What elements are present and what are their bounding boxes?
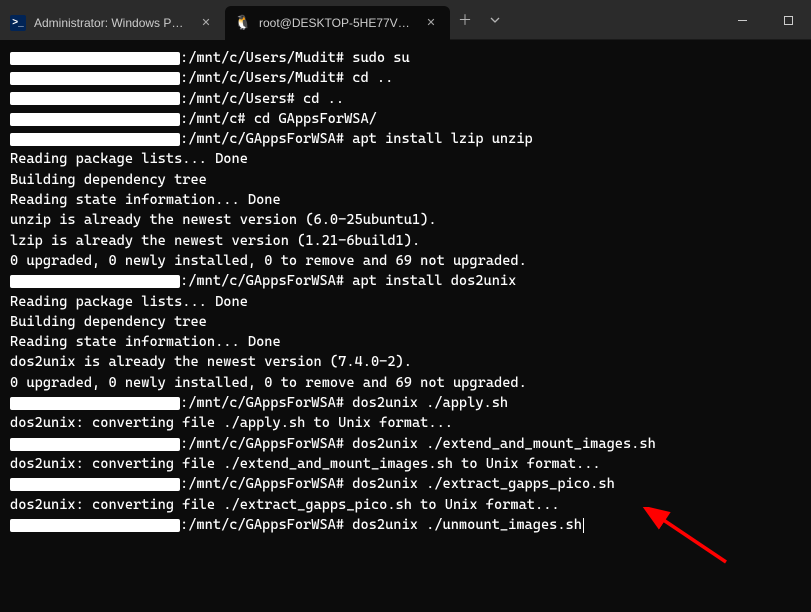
window-titlebar: >_ Administrator: Windows PowerS ✕ 🐧 roo… bbox=[0, 0, 811, 40]
redacted-hostname bbox=[10, 92, 180, 105]
redacted-hostname bbox=[10, 397, 180, 410]
redacted-hostname bbox=[10, 52, 180, 65]
terminal-line: Reading package lists... Done bbox=[10, 292, 801, 312]
terminal-line: :/mnt/c/GAppsForWSA# dos2unix ./extract_… bbox=[10, 474, 801, 494]
terminal-line: :/mnt/c/GAppsForWSA# apt install lzip un… bbox=[10, 129, 801, 149]
terminal-line: Reading state information... Done bbox=[10, 190, 801, 210]
terminal-line: dos2unix: converting file ./extend_and_m… bbox=[10, 454, 801, 474]
terminal-line: Building dependency tree bbox=[10, 312, 801, 332]
terminal-line: unzip is already the newest version (6.0… bbox=[10, 210, 801, 230]
tab-label: Administrator: Windows PowerS bbox=[34, 16, 189, 30]
terminal-line: 0 upgraded, 0 newly installed, 0 to remo… bbox=[10, 251, 801, 271]
redacted-hostname bbox=[10, 478, 180, 491]
terminal-line: :/mnt/c/Users# cd .. bbox=[10, 89, 801, 109]
close-tab-icon[interactable]: ✕ bbox=[422, 14, 440, 32]
tab-label: root@DESKTOP-5HE77VO: /mn bbox=[259, 16, 414, 30]
terminal-line: :/mnt/c/GAppsForWSA# dos2unix ./unmount_… bbox=[10, 515, 801, 535]
close-tab-icon[interactable]: ✕ bbox=[197, 14, 215, 32]
window-controls bbox=[719, 0, 811, 39]
maximize-button[interactable] bbox=[765, 0, 811, 40]
terminal-line: :/mnt/c# cd GAppsForWSA/ bbox=[10, 109, 801, 129]
minimize-button[interactable] bbox=[719, 0, 765, 40]
terminal-line: lzip is already the newest version (1.21… bbox=[10, 231, 801, 251]
terminal-line: :/mnt/c/Users/Mudit# sudo su bbox=[10, 48, 801, 68]
terminal-line: :/mnt/c/Users/Mudit# cd .. bbox=[10, 68, 801, 88]
terminal-line: :/mnt/c/GAppsForWSA# dos2unix ./extend_a… bbox=[10, 434, 801, 454]
redacted-hostname bbox=[10, 519, 180, 532]
redacted-hostname bbox=[10, 133, 180, 146]
new-tab-button[interactable]: ＋ bbox=[450, 5, 480, 35]
terminal-line: dos2unix is already the newest version (… bbox=[10, 352, 801, 372]
tux-icon: 🐧 bbox=[235, 15, 251, 31]
terminal-line: dos2unix: converting file ./extract_gapp… bbox=[10, 495, 801, 515]
terminal-line: dos2unix: converting file ./apply.sh to … bbox=[10, 413, 801, 433]
text-cursor bbox=[583, 518, 584, 533]
tab-wsl[interactable]: 🐧 root@DESKTOP-5HE77VO: /mn ✕ bbox=[225, 6, 450, 40]
terminal-line: :/mnt/c/GAppsForWSA# dos2unix ./apply.sh bbox=[10, 393, 801, 413]
redacted-hostname bbox=[10, 275, 180, 288]
tab-dropdown-button[interactable] bbox=[480, 5, 510, 35]
terminal-line: Reading package lists... Done bbox=[10, 149, 801, 169]
tab-powershell[interactable]: >_ Administrator: Windows PowerS ✕ bbox=[0, 6, 225, 40]
terminal-line: Building dependency tree bbox=[10, 170, 801, 190]
powershell-icon: >_ bbox=[10, 15, 26, 31]
terminal-line: Reading state information... Done bbox=[10, 332, 801, 352]
redacted-hostname bbox=[10, 113, 180, 126]
terminal-line: 0 upgraded, 0 newly installed, 0 to remo… bbox=[10, 373, 801, 393]
redacted-hostname bbox=[10, 72, 180, 85]
redacted-hostname bbox=[10, 438, 180, 451]
terminal-content[interactable]: :/mnt/c/Users/Mudit# sudo su:/mnt/c/User… bbox=[0, 40, 811, 543]
terminal-line: :/mnt/c/GAppsForWSA# apt install dos2uni… bbox=[10, 271, 801, 291]
